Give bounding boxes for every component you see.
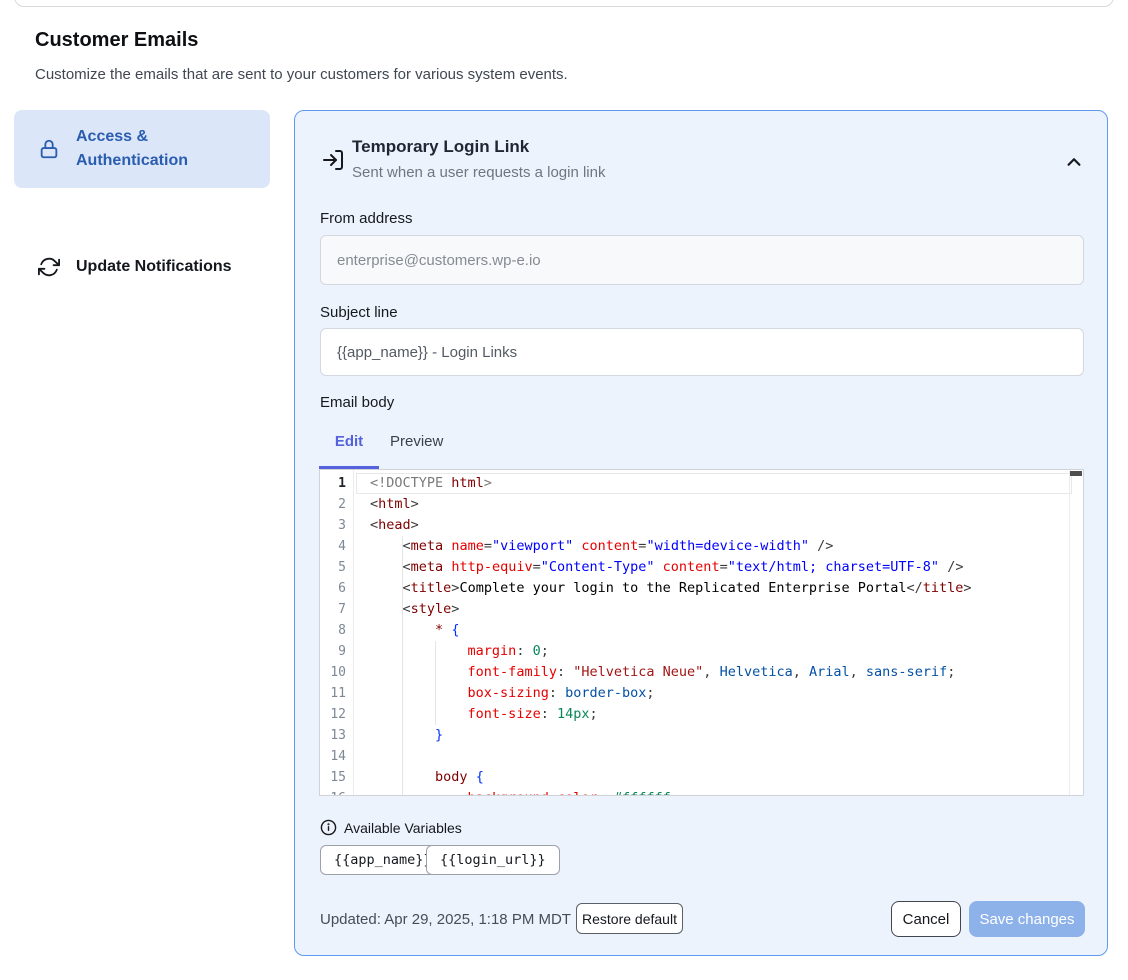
tab-preview[interactable]: Preview — [390, 433, 443, 450]
info-icon — [320, 819, 337, 841]
subject-line-label: Subject line — [320, 304, 398, 321]
chevron-up-icon[interactable] — [1061, 149, 1087, 175]
temporary-login-link-panel: Temporary Login Link Sent when a user re… — [294, 110, 1108, 956]
code-editor[interactable]: 12345678910111213141516 <!DOCTYPE html><… — [319, 469, 1084, 796]
code-lines[interactable]: <!DOCTYPE html><html><head> <meta name="… — [355, 470, 1083, 795]
sidebar-item-label: Access & Authentication — [76, 125, 236, 173]
section-title: Temporary Login Link — [352, 137, 529, 157]
cancel-button[interactable]: Cancel — [891, 901, 961, 937]
sidebar-item-update-notifications[interactable]: Update Notifications — [14, 243, 270, 291]
save-changes-button[interactable]: Save changes — [969, 901, 1085, 937]
refresh-icon — [38, 256, 60, 278]
section-subtitle: Sent when a user requests a login link — [352, 164, 605, 181]
login-icon — [321, 148, 345, 177]
sidebar-item-access-authentication[interactable]: Access & Authentication — [14, 110, 270, 188]
page-subtitle: Customize the emails that are sent to yo… — [35, 66, 568, 83]
sidebar-item-label: Update Notifications — [76, 255, 236, 279]
subject-line-input[interactable] — [320, 328, 1084, 376]
from-address-label: From address — [320, 210, 413, 227]
updated-timestamp: Updated: Apr 29, 2025, 1:18 PM MDT — [320, 911, 571, 928]
tab-edit[interactable]: Edit — [319, 433, 379, 450]
lock-icon — [38, 138, 60, 160]
sidebar: Access & Authentication Update Notificat… — [14, 110, 270, 291]
from-address-input[interactable] — [320, 235, 1084, 285]
available-variables-label: Available Variables — [344, 820, 462, 836]
code-gutter: 12345678910111213141516 — [320, 470, 354, 795]
previous-card-bottom-edge — [14, 0, 1114, 7]
email-body-label: Email body — [320, 394, 394, 411]
restore-default-button[interactable]: Restore default — [576, 903, 683, 934]
page-title: Customer Emails — [35, 29, 198, 52]
variable-chip-login-url[interactable]: {{login_url}} — [426, 845, 560, 875]
